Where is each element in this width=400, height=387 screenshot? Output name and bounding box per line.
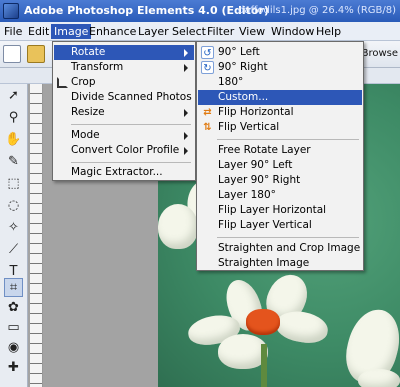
menu-item-rotate-90-right[interactable]: ↻ 90° Right xyxy=(198,60,362,75)
menu-item-free-rotate-layer[interactable]: Free Rotate Layer xyxy=(198,143,362,158)
menu-item-magic-extractor[interactable]: Magic Extractor... xyxy=(54,165,194,180)
menu-item-label: Flip Layer Vertical xyxy=(218,219,312,231)
submenu-arrow-icon xyxy=(184,132,188,140)
flower-petal xyxy=(358,369,400,387)
menu-file[interactable]: File xyxy=(1,24,25,39)
menu-select[interactable]: Select xyxy=(169,24,209,39)
flower-cup xyxy=(246,309,280,335)
eyedropper-tool-icon[interactable]: ✎ xyxy=(4,152,23,171)
rotate-right-icon: ↻ xyxy=(201,61,214,74)
crop-tool-icon[interactable]: ⌗ xyxy=(4,278,23,297)
title-bar: Adobe Photoshop Elements 4.0 (Editor) da… xyxy=(0,0,400,22)
rotate-submenu: ↺ 90° Left ↻ 90° Right 180° Custom... ⇄ … xyxy=(196,41,364,271)
menu-item-label: 180° xyxy=(218,76,244,88)
menu-item-flip-vertical[interactable]: ⇅ Flip Vertical xyxy=(198,120,362,135)
healing-brush-tool-icon[interactable]: ✚ xyxy=(4,358,23,377)
brush-tool-icon[interactable]: ⟋ xyxy=(4,240,23,259)
menu-item-label: Layer 90° Left xyxy=(218,159,293,171)
menu-separator xyxy=(71,124,191,125)
crop-icon xyxy=(57,77,68,88)
hand-tool-icon[interactable]: ✋ xyxy=(4,130,23,149)
menu-item-label: Resize xyxy=(71,106,105,118)
submenu-arrow-icon xyxy=(184,49,188,57)
menu-bar: File Edit Image Enhance Layer Select Fil… xyxy=(0,22,400,41)
menu-item-rotate-180[interactable]: 180° xyxy=(198,75,362,90)
menu-item-label: Flip Horizontal xyxy=(218,106,294,118)
menu-item-label: Straighten and Crop Image xyxy=(218,242,361,254)
menu-item-straighten-and-crop[interactable]: Straighten and Crop Image xyxy=(198,241,362,256)
tools-palette: ➚ ⚲ ✋ ✎ ⬚ ◌ ✧ ⟋ T ⌗ ✿ ▭ ◉ ✚ xyxy=(0,84,28,387)
menu-item-label: 90° Left xyxy=(218,46,260,58)
magic-wand-tool-icon[interactable]: ✧ xyxy=(4,218,23,237)
straighten-tool-icon[interactable]: ▭ xyxy=(4,318,23,337)
menu-item-label: Rotate xyxy=(71,46,106,58)
menu-item-label: Free Rotate Layer xyxy=(218,144,311,156)
rotate-left-icon: ↺ xyxy=(201,46,214,59)
flip-horizontal-icon: ⇄ xyxy=(203,107,212,118)
menu-item-label: 90° Right xyxy=(218,61,268,73)
menu-item-transform[interactable]: Transform xyxy=(54,60,194,75)
menu-item-label: Straighten Image xyxy=(218,257,310,269)
menu-separator xyxy=(217,139,359,140)
lasso-tool-icon[interactable]: ◌ xyxy=(4,196,23,215)
menu-item-rotate-custom[interactable]: Custom... xyxy=(198,90,362,105)
open-folder-icon[interactable] xyxy=(27,45,45,63)
menu-separator xyxy=(217,237,359,238)
menu-item-resize[interactable]: Resize xyxy=(54,105,194,120)
menu-item-label: Mode xyxy=(71,129,100,141)
app-title: Adobe Photoshop Elements 4.0 (Editor) xyxy=(24,4,269,17)
document-title: daffodils1.jpg @ 26.4% (RGB/8) xyxy=(238,5,397,16)
menu-item-label: Layer 90° Right xyxy=(218,174,301,186)
menu-edit[interactable]: Edit xyxy=(25,24,52,39)
marquee-tool-icon[interactable]: ⬚ xyxy=(4,174,23,193)
menu-item-layer-90-right[interactable]: Layer 90° Right xyxy=(198,173,362,188)
cookie-cutter-tool-icon[interactable]: ✿ xyxy=(4,298,23,317)
red-eye-tool-icon[interactable]: ◉ xyxy=(4,338,23,357)
menu-item-label: Divide Scanned Photos xyxy=(71,91,192,103)
menu-item-layer-90-left[interactable]: Layer 90° Left xyxy=(198,158,362,173)
menu-item-straighten-image[interactable]: Straighten Image xyxy=(198,256,362,271)
menu-item-label: Layer 180° xyxy=(218,189,276,201)
menu-item-divide-scanned[interactable]: Divide Scanned Photos xyxy=(54,90,194,105)
menu-item-label: Flip Vertical xyxy=(218,121,280,133)
menu-item-flip-layer-horizontal[interactable]: Flip Layer Horizontal xyxy=(198,203,362,218)
menu-item-label: Convert Color Profile xyxy=(71,144,180,156)
menu-item-label: Transform xyxy=(71,61,124,73)
flower-petal xyxy=(273,307,331,347)
zoom-tool-icon[interactable]: ⚲ xyxy=(4,108,23,127)
menu-enhance[interactable]: Enhance xyxy=(86,24,139,39)
image-menu-dropdown: Rotate Transform Crop Divide Scanned Pho… xyxy=(52,41,196,181)
menu-item-label: Flip Layer Horizontal xyxy=(218,204,327,216)
menu-item-flip-horizontal[interactable]: ⇄ Flip Horizontal xyxy=(198,105,362,120)
menu-item-label: Magic Extractor... xyxy=(71,166,163,178)
menu-view[interactable]: View xyxy=(236,24,268,39)
menu-layer[interactable]: Layer xyxy=(135,24,172,39)
submenu-arrow-icon xyxy=(184,64,188,72)
menu-item-flip-layer-vertical[interactable]: Flip Layer Vertical xyxy=(198,218,362,233)
menu-filter[interactable]: Filter xyxy=(204,24,237,39)
submenu-arrow-icon xyxy=(184,109,188,117)
submenu-arrow-icon xyxy=(184,147,188,155)
new-document-icon[interactable] xyxy=(3,45,21,63)
menu-item-mode[interactable]: Mode xyxy=(54,128,194,143)
flip-vertical-icon: ⇅ xyxy=(203,122,212,133)
menu-item-convert-color-profile[interactable]: Convert Color Profile xyxy=(54,143,194,158)
menu-help[interactable]: Help xyxy=(313,24,344,39)
vertical-ruler xyxy=(30,84,43,387)
photoshop-logo-icon xyxy=(3,3,19,19)
menu-separator xyxy=(71,162,191,163)
menu-item-label: Custom... xyxy=(218,91,269,103)
menu-item-rotate-90-left[interactable]: ↺ 90° Left xyxy=(198,45,362,60)
menu-item-label: Crop xyxy=(71,76,96,88)
move-tool-icon[interactable]: ➚ xyxy=(4,86,23,105)
menu-item-crop[interactable]: Crop xyxy=(54,75,194,90)
menu-window[interactable]: Window xyxy=(268,24,317,39)
flower-stem xyxy=(261,344,267,387)
flower-petal xyxy=(158,204,198,249)
menu-item-layer-180[interactable]: Layer 180° xyxy=(198,188,362,203)
menu-item-rotate[interactable]: Rotate xyxy=(54,45,194,60)
